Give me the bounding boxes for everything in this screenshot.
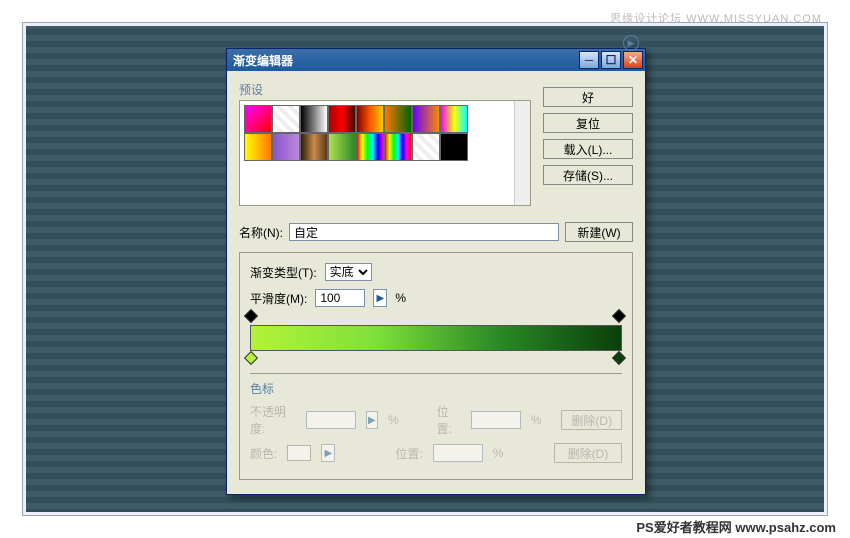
gradient-bar-wrap [250,325,622,351]
opacity-stop-right[interactable] [614,311,626,323]
color-delete-button[interactable]: 删除(D) [554,443,622,463]
load-button[interactable]: 载入(L)... [543,139,633,159]
opacity-spinner[interactable]: ▶ [366,411,379,429]
preset-swatch[interactable] [272,133,300,161]
preset-swatch[interactable] [412,105,440,133]
new-button[interactable]: 新建(W) [565,222,633,242]
presets-menu-button[interactable]: ▶ [623,35,639,51]
smoothness-spinner[interactable]: ▶ [373,289,387,307]
preset-swatch[interactable] [384,105,412,133]
preset-swatch[interactable] [244,133,272,161]
color-position-input[interactable] [433,444,483,462]
type-label: 渐变类型(T): [250,264,317,281]
gradient-editor-dialog: 渐变编辑器 ─ ☐ ✕ 预设 ▶ 好 复位 [226,48,646,495]
color-label: 颜色: [250,445,277,462]
name-label: 名称(N): [239,224,283,241]
titlebar[interactable]: 渐变编辑器 ─ ☐ ✕ [227,49,645,71]
save-button[interactable]: 存储(S)... [543,165,633,185]
preset-swatch[interactable] [356,133,384,161]
maximize-button[interactable]: ☐ [601,51,621,69]
opacity-input[interactable] [306,411,356,429]
preset-swatch[interactable] [440,105,468,133]
color-stop-right[interactable] [614,353,626,365]
preset-swatch[interactable] [328,133,356,161]
smoothness-input[interactable] [315,289,365,307]
name-input[interactable] [289,223,559,241]
dialog-title: 渐变编辑器 [233,52,579,69]
stops-label: 色标 [250,380,622,397]
type-select[interactable]: 实底 [325,263,372,281]
preset-swatch[interactable] [384,133,412,161]
preset-swatch[interactable] [440,133,468,161]
color-position-label: 位置: [395,445,422,462]
preset-swatch[interactable] [412,133,440,161]
preset-swatch[interactable] [356,105,384,133]
watermark-top: 思缘设计论坛 WWW.MISSYUAN.COM [610,10,822,26]
minimize-button[interactable]: ─ [579,51,599,69]
gradient-bar[interactable] [250,325,622,351]
gradient-settings: 渐变类型(T): 实底 平滑度(M): ▶ % [239,252,633,480]
color-well[interactable] [287,445,311,461]
presets-label: 预设 [239,81,531,98]
preset-swatch[interactable] [328,105,356,133]
opacity-position-input[interactable] [471,411,521,429]
opacity-stop-left[interactable] [246,311,258,323]
color-spinner[interactable]: ▶ [321,444,335,462]
opacity-position-label: 位置: [437,403,461,437]
close-button[interactable]: ✕ [623,51,643,69]
preset-swatch[interactable] [300,105,328,133]
preset-swatch[interactable] [244,105,272,133]
opacity-delete-button[interactable]: 删除(D) [561,410,622,430]
preset-swatch[interactable] [272,105,300,133]
reset-button[interactable]: 复位 [543,113,633,133]
watermark-bottom: PS爱好者教程网 www.psahz.com [636,517,836,536]
preset-swatch[interactable] [300,133,328,161]
ok-button[interactable]: 好 [543,87,633,107]
presets-scrollbar[interactable] [514,101,530,205]
percent-label: % [395,291,406,305]
opacity-label: 不透明度: [250,403,296,437]
color-stop-left[interactable] [246,353,258,365]
smoothness-label: 平滑度(M): [250,290,307,307]
presets-box [239,100,531,206]
